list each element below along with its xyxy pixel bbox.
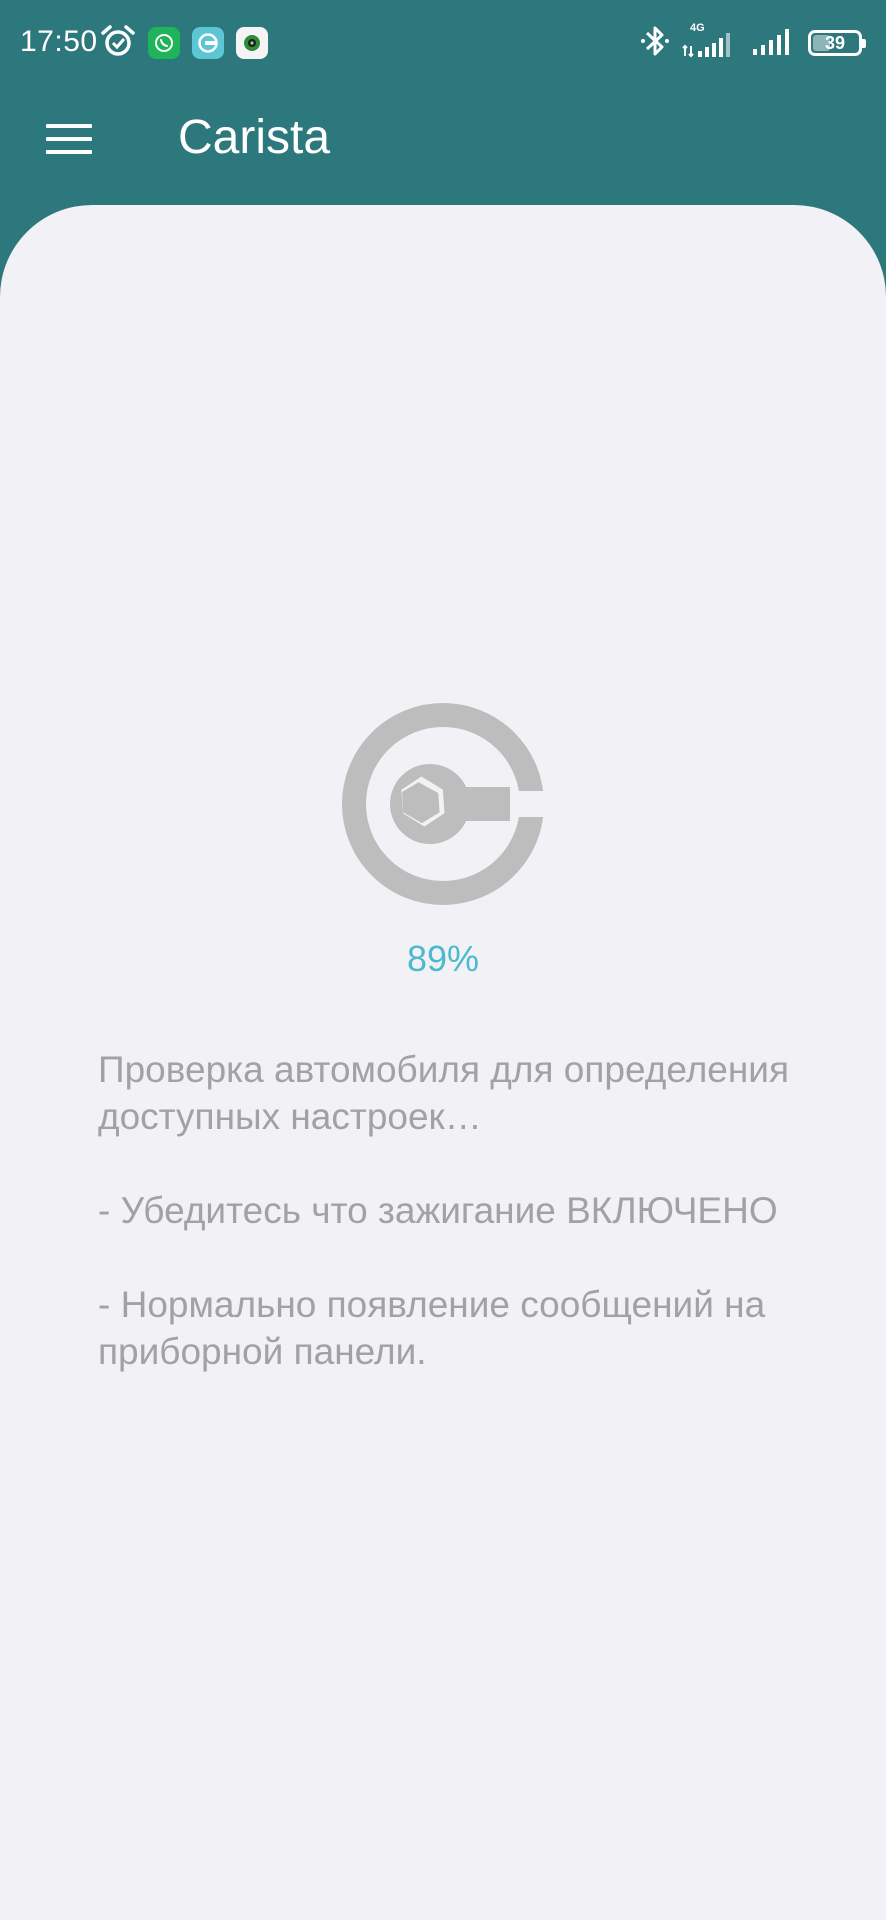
bluetooth-icon bbox=[640, 24, 670, 63]
hamburger-menu-icon[interactable] bbox=[30, 106, 110, 172]
status-time: 17:50 bbox=[20, 25, 98, 58]
carista-app-icon bbox=[192, 27, 224, 59]
message-dashboard-notice: - Нормально появление сообщений на прибо… bbox=[98, 1284, 766, 1372]
menu-bar-line bbox=[46, 137, 92, 141]
carista-wrench-logo-icon bbox=[338, 699, 548, 909]
main-content: 89% Проверка автомобиля для определения … bbox=[0, 205, 886, 1920]
app-title: Carista bbox=[178, 111, 331, 164]
message-checking-vehicle: Проверка автомобиля для определения дост… bbox=[98, 1049, 790, 1137]
status-messages: Проверка автомобиля для определения дост… bbox=[98, 1046, 818, 1422]
signal-4g-icon: 4G bbox=[682, 22, 738, 60]
alarm-icon bbox=[100, 23, 136, 64]
menu-bar-line bbox=[46, 150, 92, 154]
signal-icon bbox=[750, 24, 796, 63]
progress-percent: 89% bbox=[406, 938, 480, 979]
camera-app-icon bbox=[236, 27, 268, 59]
status-left-icons bbox=[100, 22, 268, 64]
status-right-icons: 4G 39 bbox=[640, 22, 866, 64]
battery-cap bbox=[862, 39, 866, 48]
battery-level: 39 bbox=[824, 33, 846, 53]
menu-bar-line bbox=[46, 124, 92, 128]
whatsapp-icon bbox=[148, 27, 180, 59]
message-ignition-on: - Убедитесь что зажигание ВКЛЮЧЕНО bbox=[98, 1190, 778, 1231]
app-bar: Carista bbox=[0, 86, 886, 206]
battery-icon: 39 bbox=[808, 30, 866, 56]
status-bar: 17:50 4G 39 bbox=[0, 0, 886, 86]
